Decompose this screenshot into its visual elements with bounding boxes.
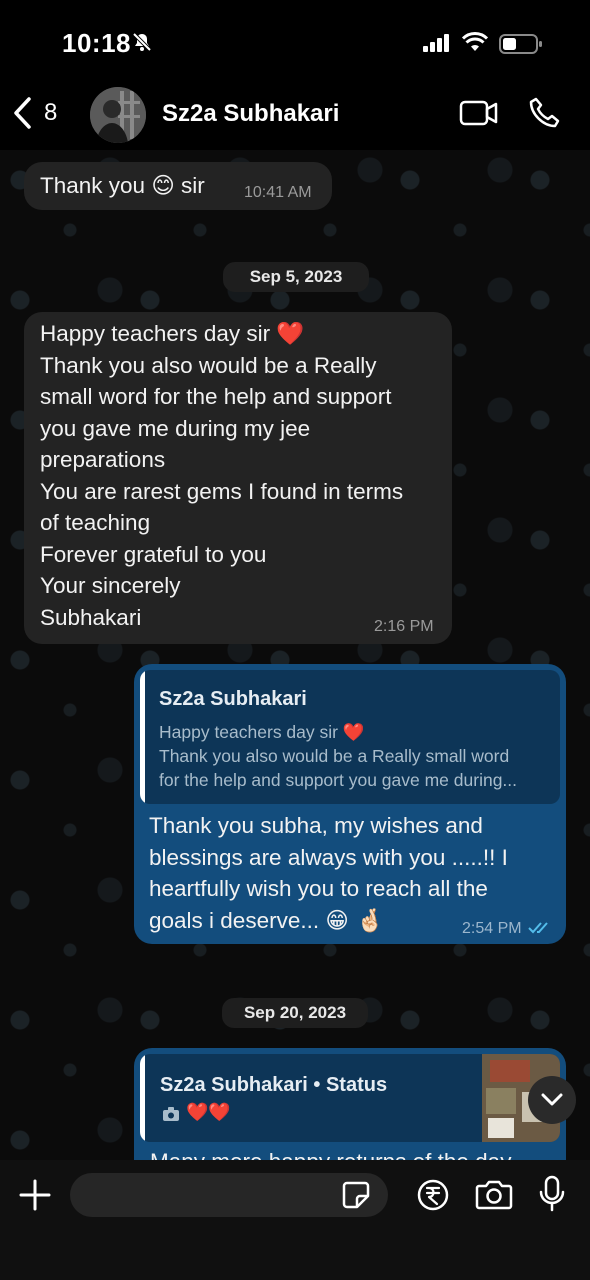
rupee-icon[interactable] bbox=[416, 1178, 450, 1212]
quoted-status[interactable]: Sz2a Subhakari • Status ❤️❤️ bbox=[140, 1054, 560, 1142]
wifi-icon bbox=[462, 32, 488, 51]
avatar[interactable] bbox=[90, 87, 146, 143]
status-time: 10:18 bbox=[62, 28, 131, 58]
microphone-icon[interactable] bbox=[538, 1175, 566, 1213]
message-composer bbox=[0, 1160, 590, 1280]
scroll-to-bottom-button[interactable] bbox=[528, 1076, 576, 1124]
message-time: 2:54 PM bbox=[462, 920, 522, 937]
back-button[interactable]: 8 bbox=[12, 96, 57, 130]
heart-emoji: ❤️ bbox=[276, 321, 305, 346]
message-text: Thank you subha, my wishes and blessings… bbox=[149, 813, 508, 934]
plus-icon[interactable] bbox=[18, 1178, 52, 1212]
message-time: 2:16 PM bbox=[374, 618, 434, 635]
unread-count: 8 bbox=[44, 99, 58, 126]
sticker-icon[interactable] bbox=[341, 1180, 371, 1210]
message-text: Happy teachers day sir ❤️ Thank you also… bbox=[40, 321, 404, 630]
avatar-photo bbox=[90, 87, 146, 143]
chevron-down-icon bbox=[541, 1093, 563, 1106]
chat-header: 8 Sz2a Subhakari bbox=[0, 80, 590, 150]
message-outgoing[interactable]: Sz2a Subhakari • Status ❤️❤️ Many more h… bbox=[134, 1048, 566, 1160]
heart-emoji: ❤️ bbox=[342, 722, 365, 742]
message-incoming[interactable]: Thank you 😊 sir 10:41 AM bbox=[24, 162, 332, 210]
phone-icon[interactable] bbox=[528, 96, 562, 130]
battery-icon bbox=[499, 34, 542, 54]
quoted-text: Happy teachers day sir ❤️ Thank you also… bbox=[159, 722, 518, 790]
heart-emoji: ❤️❤️ bbox=[186, 1102, 231, 1122]
date-separator: Sep 20, 2023 bbox=[222, 998, 368, 1028]
status-bar: 10:18 bbox=[0, 0, 590, 80]
smile-emoji: 😊 bbox=[151, 173, 175, 199]
contact-name[interactable]: Sz2a Subhakari bbox=[162, 100, 339, 128]
message-outgoing[interactable]: Sz2a Subhakari Happy teachers day sir ❤️… bbox=[134, 664, 566, 944]
quoted-sender: Sz2a Subhakari • Status bbox=[160, 1074, 388, 1096]
message-time: 10:41 AM bbox=[244, 184, 312, 201]
chevron-left-icon bbox=[14, 97, 31, 129]
date-separator: Sep 5, 2023 bbox=[223, 262, 369, 292]
photo-camera-icon bbox=[163, 1107, 179, 1121]
chat-messages[interactable]: Thank you 😊 sir 10:41 AM Sep 5, 2023 Hap… bbox=[0, 150, 590, 1160]
message-incoming[interactable]: Happy teachers day sir ❤️ Thank you also… bbox=[24, 312, 452, 644]
camera-icon[interactable] bbox=[475, 1178, 513, 1210]
message-text: Thank you 😊 sir bbox=[40, 173, 205, 199]
quote-bar bbox=[140, 1054, 145, 1142]
cellular-signal-icon bbox=[423, 34, 449, 52]
message-text: Many more happy returns of the day bbox=[150, 1146, 511, 1160]
video-camera-icon[interactable] bbox=[459, 98, 499, 128]
bell-muted-icon bbox=[132, 32, 152, 52]
quoted-sender: Sz2a Subhakari bbox=[159, 688, 307, 710]
read-receipt-icon bbox=[528, 922, 548, 934]
quote-bar bbox=[140, 670, 145, 804]
emoji-grin-fingers: 😁 🤞🏻 bbox=[325, 907, 384, 934]
quoted-message[interactable]: Sz2a Subhakari Happy teachers day sir ❤️… bbox=[140, 670, 560, 804]
